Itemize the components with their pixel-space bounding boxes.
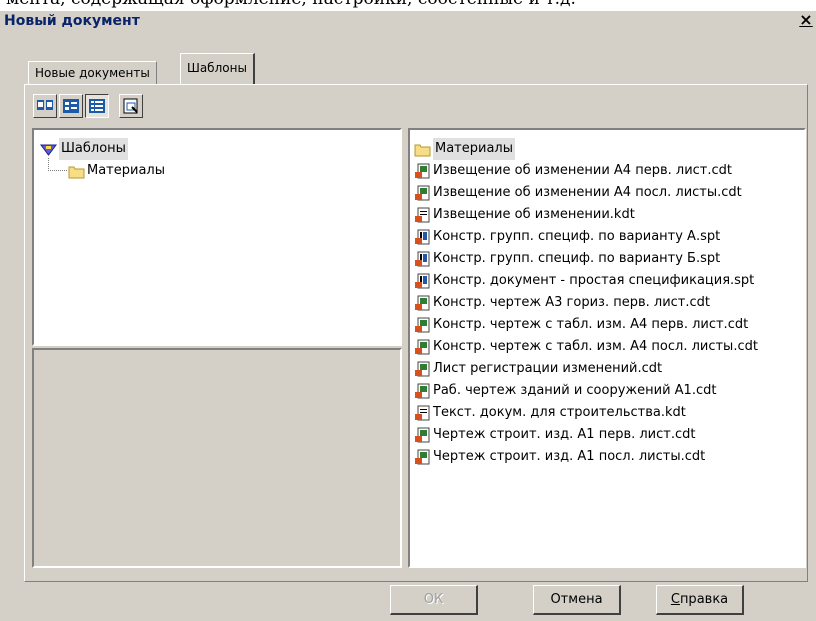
file-name: Констр. документ - простая спецификация.…	[433, 273, 755, 288]
file-name: Лист регистрации изменений.cdt	[433, 361, 663, 376]
cdt-icon	[415, 339, 430, 355]
help-accelerator: С	[670, 592, 680, 607]
file-name: Констр. чертеж А3 гориз. перв. лист.cdt	[433, 295, 711, 310]
file-name: Материалы	[433, 138, 515, 160]
dialog-title: Новый документ	[4, 13, 140, 29]
tree-connector	[48, 158, 67, 171]
tree-item-label: Материалы	[87, 163, 165, 178]
templates-root-icon	[40, 144, 57, 156]
spt-icon	[415, 251, 430, 267]
large-icons-icon	[37, 100, 53, 110]
folder-tree[interactable]: Шаблоны Материалы	[32, 128, 402, 346]
list-view-button[interactable]	[85, 94, 109, 118]
preview-pane	[32, 348, 402, 568]
preview-icon	[123, 98, 138, 114]
cdt-icon	[415, 383, 430, 399]
file-name: Извещение об изменении А4 посл. листы.cd…	[433, 185, 742, 200]
file-name: Констр. чертеж с табл. изм. А4 посл. лис…	[433, 339, 758, 354]
file-name: Констр. чертеж с табл. изм. А4 перв. лис…	[433, 317, 749, 332]
cdt-icon	[415, 163, 430, 179]
cdt-icon	[415, 449, 430, 465]
file-name: Извещение об изменении А4 перв. лист.cdt	[433, 163, 732, 178]
preview-toggle-button[interactable]	[119, 94, 143, 118]
dialog-titlebar[interactable]: Новый документ ×	[0, 11, 816, 32]
cdt-icon	[415, 185, 430, 201]
small-icons-button[interactable]	[59, 94, 83, 118]
file-name: Констр. групп. специф. по варианту Б.spt	[433, 251, 721, 266]
tab-templates[interactable]: Шаблоны	[180, 53, 255, 84]
cdt-icon	[415, 317, 430, 333]
tree-root-label: Шаблоны	[59, 138, 128, 160]
file-name: Чертеж строит. изд. А1 посл. листы.cdt	[433, 449, 706, 464]
small-icons-icon	[63, 99, 79, 113]
cdt-icon	[415, 361, 430, 377]
file-name: Извещение об изменении.kdt	[433, 207, 635, 222]
cancel-button[interactable]: Отмена	[533, 585, 621, 615]
tab-new-documents[interactable]: Новые документы	[28, 61, 157, 84]
kdt-icon	[415, 207, 430, 223]
file-name: Текст. докум. для строительства.kdt	[433, 405, 686, 420]
ok-button[interactable]: ОК	[390, 585, 478, 615]
folder-icon	[68, 166, 85, 179]
close-icon[interactable]: ×	[798, 11, 814, 29]
cdt-icon	[415, 427, 430, 443]
folder-icon	[414, 144, 431, 157]
spt-icon	[415, 229, 430, 245]
file-name: Раб. чертеж зданий и сооружений А1.cdt	[433, 383, 717, 398]
spt-icon	[415, 273, 430, 289]
background-text: мента, содержащая оформление, настройки,…	[6, 0, 576, 9]
kdt-icon	[415, 405, 430, 421]
file-name: Чертеж строит. изд. А1 перв. лист.cdt	[433, 427, 696, 442]
file-list[interactable]: Материалы Извещение об изменении А4 перв.…	[408, 128, 806, 568]
cdt-icon	[415, 295, 430, 311]
help-label: правка	[679, 592, 729, 607]
file-name: Констр. групп. специф. по варианту А.spt	[433, 229, 721, 244]
large-icons-button[interactable]	[33, 94, 57, 118]
help-button[interactable]: Справка	[656, 585, 744, 615]
list-view-icon	[89, 99, 105, 113]
